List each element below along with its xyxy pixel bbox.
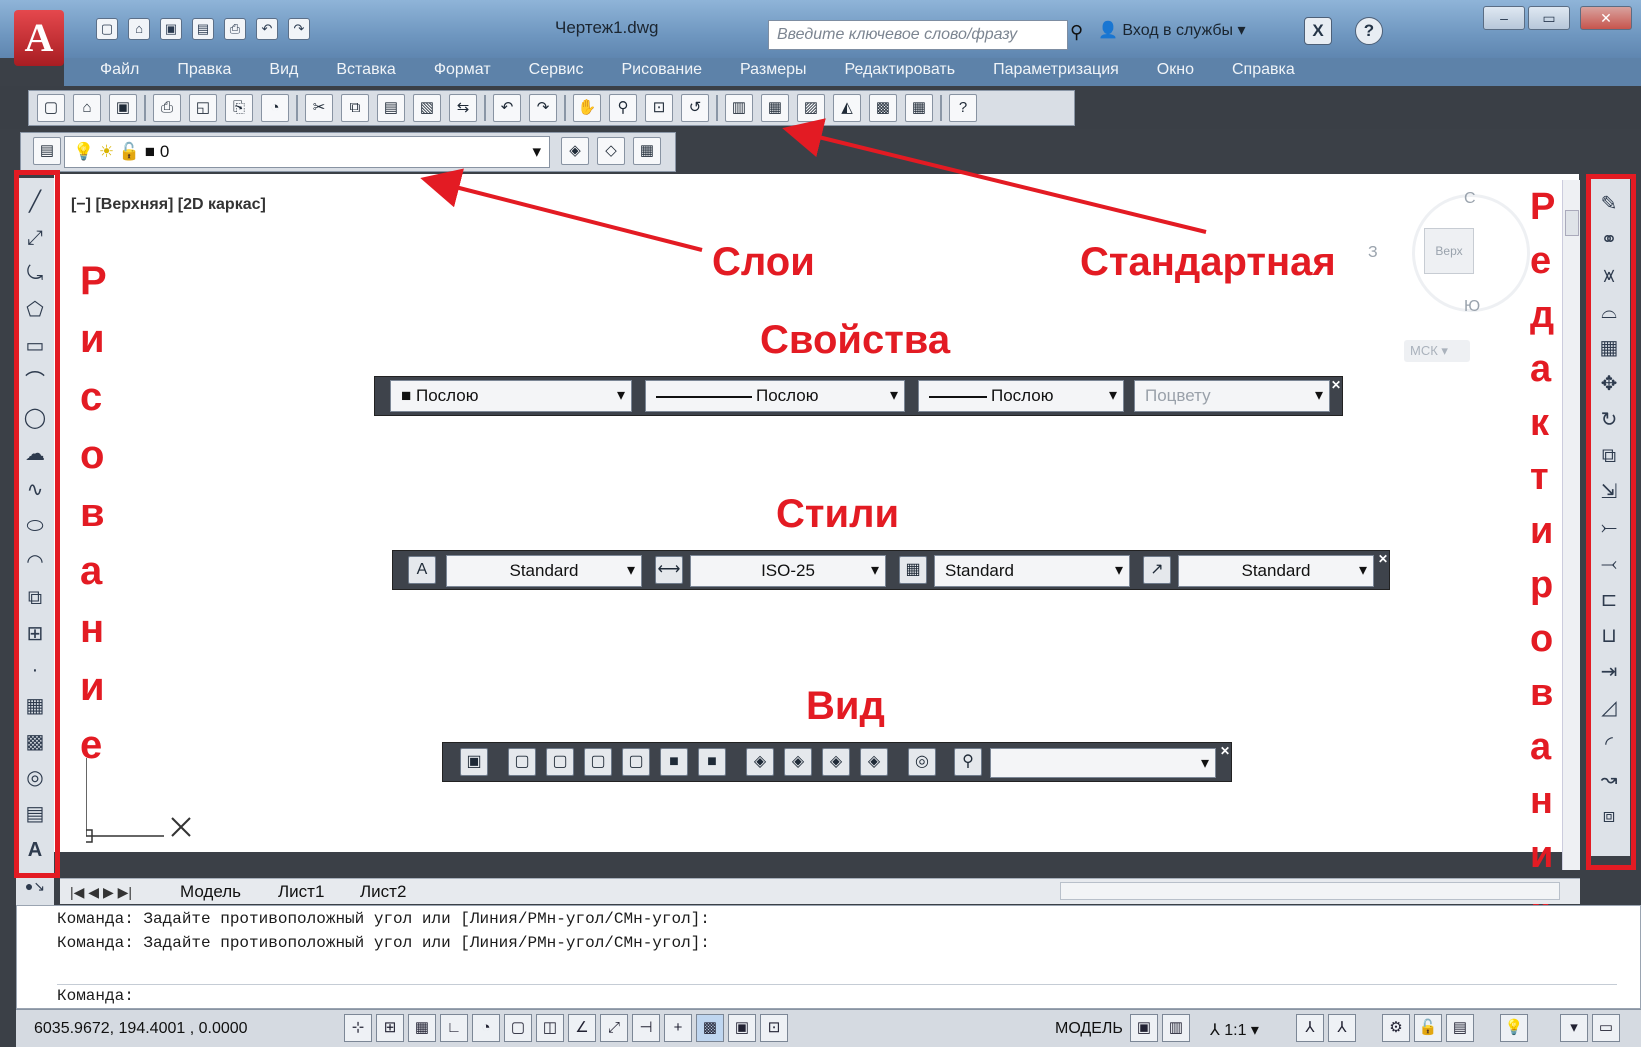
- named-views-icon[interactable]: ▣: [460, 748, 488, 776]
- selection-cycling-icon[interactable]: ⊡: [760, 1014, 788, 1042]
- camera-icon[interactable]: ◎: [908, 748, 936, 776]
- command-window: Команда: Задайте противоположный угол ил…: [16, 905, 1641, 1009]
- ortho-icon[interactable]: ∟: [440, 1014, 468, 1042]
- annotation-visibility-icon[interactable]: ⅄: [1296, 1014, 1324, 1042]
- quick-properties-icon[interactable]: ▣: [728, 1014, 756, 1042]
- lineweight-icon[interactable]: +: [664, 1014, 692, 1042]
- quick-view-drawings-icon[interactable]: ▥: [1162, 1014, 1190, 1042]
- tab-model[interactable]: Модель: [180, 882, 241, 902]
- clean-screen-icon[interactable]: ▭: [1592, 1014, 1620, 1042]
- table-style-dropdown[interactable]: Standard: [934, 555, 1130, 587]
- color-dropdown[interactable]: ■ Послою: [390, 380, 632, 412]
- mleader-style-icon[interactable]: ↗: [1143, 556, 1171, 584]
- annotation-scale-value: 1:1: [1224, 1022, 1247, 1039]
- transparency-icon[interactable]: ▩: [696, 1014, 724, 1042]
- front-view-icon[interactable]: ■: [660, 748, 688, 776]
- color-value: Послою: [416, 386, 479, 405]
- command-history-line: Команда: Задайте противоположный угол ил…: [57, 934, 710, 952]
- top-view-icon[interactable]: ▢: [508, 748, 536, 776]
- toolbar-lock-icon[interactable]: 🔓: [1414, 1014, 1442, 1042]
- lineweight-dropdown[interactable]: Послою: [918, 380, 1124, 412]
- tab-nav-arrows[interactable]: |◀ ◀ ▶ ▶|: [70, 884, 132, 901]
- named-view-dropdown[interactable]: [990, 748, 1216, 778]
- isolate-objects-icon[interactable]: 💡: [1500, 1014, 1528, 1042]
- linetype-value: Послою: [756, 386, 819, 405]
- dim-style-dropdown[interactable]: ISO-25: [690, 555, 886, 587]
- lineweight-value: Послою: [991, 386, 1054, 405]
- color-swatch-icon: ■: [401, 386, 416, 405]
- bottom-view-icon[interactable]: ▢: [546, 748, 574, 776]
- infer-constraints-icon[interactable]: ⊹: [344, 1014, 372, 1042]
- coordinates-readout[interactable]: 6035.9672, 194.4001 , 0.0000: [34, 1020, 248, 1038]
- se-iso-icon[interactable]: ◈: [784, 748, 812, 776]
- tab-layout2[interactable]: Лист2: [360, 882, 406, 902]
- auto-scale-icon[interactable]: ⅄: [1328, 1014, 1356, 1042]
- annotation-scale-icon: ⅄: [1210, 1022, 1225, 1039]
- close-icon[interactable]: ✕: [1331, 378, 1341, 392]
- status-menu-icon[interactable]: ▾: [1560, 1014, 1588, 1042]
- dim-style-icon[interactable]: ⟷: [655, 556, 683, 584]
- ducs-icon[interactable]: ⤢: [600, 1014, 628, 1042]
- quick-view-layouts-icon[interactable]: ▣: [1130, 1014, 1158, 1042]
- linetype-dropdown[interactable]: Послою: [645, 380, 905, 412]
- osnap-icon[interactable]: ▢: [504, 1014, 532, 1042]
- text-style-icon[interactable]: A: [408, 556, 436, 584]
- linetype-sample: [656, 396, 752, 398]
- right-view-icon[interactable]: ▢: [622, 748, 650, 776]
- text-style-dropdown[interactable]: Standard: [446, 555, 642, 587]
- workspace-gear-icon[interactable]: ⚙: [1382, 1014, 1410, 1042]
- hardware-accel-icon[interactable]: ▤: [1446, 1014, 1474, 1042]
- command-input[interactable]: Команда:: [57, 984, 1617, 1005]
- otrack-icon[interactable]: ∠: [568, 1014, 596, 1042]
- horizontal-scrollbar[interactable]: [1060, 882, 1560, 900]
- lineweight-sample: [929, 396, 987, 398]
- annotation-scale[interactable]: ⅄ 1:1 ▾: [1210, 1020, 1259, 1040]
- back-view-icon[interactable]: ■: [698, 748, 726, 776]
- standard-arrow: [782, 118, 1207, 234]
- ne-iso-icon[interactable]: ◈: [822, 748, 850, 776]
- layers-arrow: [420, 168, 703, 252]
- polar-icon[interactable]: ◔: [472, 1014, 500, 1042]
- model-space-toggle[interactable]: МОДЕЛЬ: [1055, 1020, 1123, 1038]
- snap-icon[interactable]: ⊞: [376, 1014, 404, 1042]
- mleader-style-dropdown[interactable]: Standard: [1178, 555, 1374, 587]
- command-history-line: Команда: Задайте противоположный угол ил…: [57, 910, 710, 928]
- nw-iso-icon[interactable]: ◈: [860, 748, 888, 776]
- sw-iso-icon[interactable]: ◈: [746, 748, 774, 776]
- table-style-icon[interactable]: ▦: [899, 556, 927, 584]
- zoom-extents-icon[interactable]: ⚲: [954, 748, 982, 776]
- close-icon[interactable]: ✕: [1378, 552, 1388, 566]
- left-view-icon[interactable]: ▢: [584, 748, 612, 776]
- grid-icon[interactable]: ▦: [408, 1014, 436, 1042]
- 3d-osnap-icon[interactable]: ◫: [536, 1014, 564, 1042]
- dyn-icon[interactable]: ⊣: [632, 1014, 660, 1042]
- close-icon[interactable]: ✕: [1220, 744, 1230, 758]
- tab-layout1[interactable]: Лист1: [278, 882, 324, 902]
- plotstyle-dropdown: Поцвету: [1134, 380, 1330, 412]
